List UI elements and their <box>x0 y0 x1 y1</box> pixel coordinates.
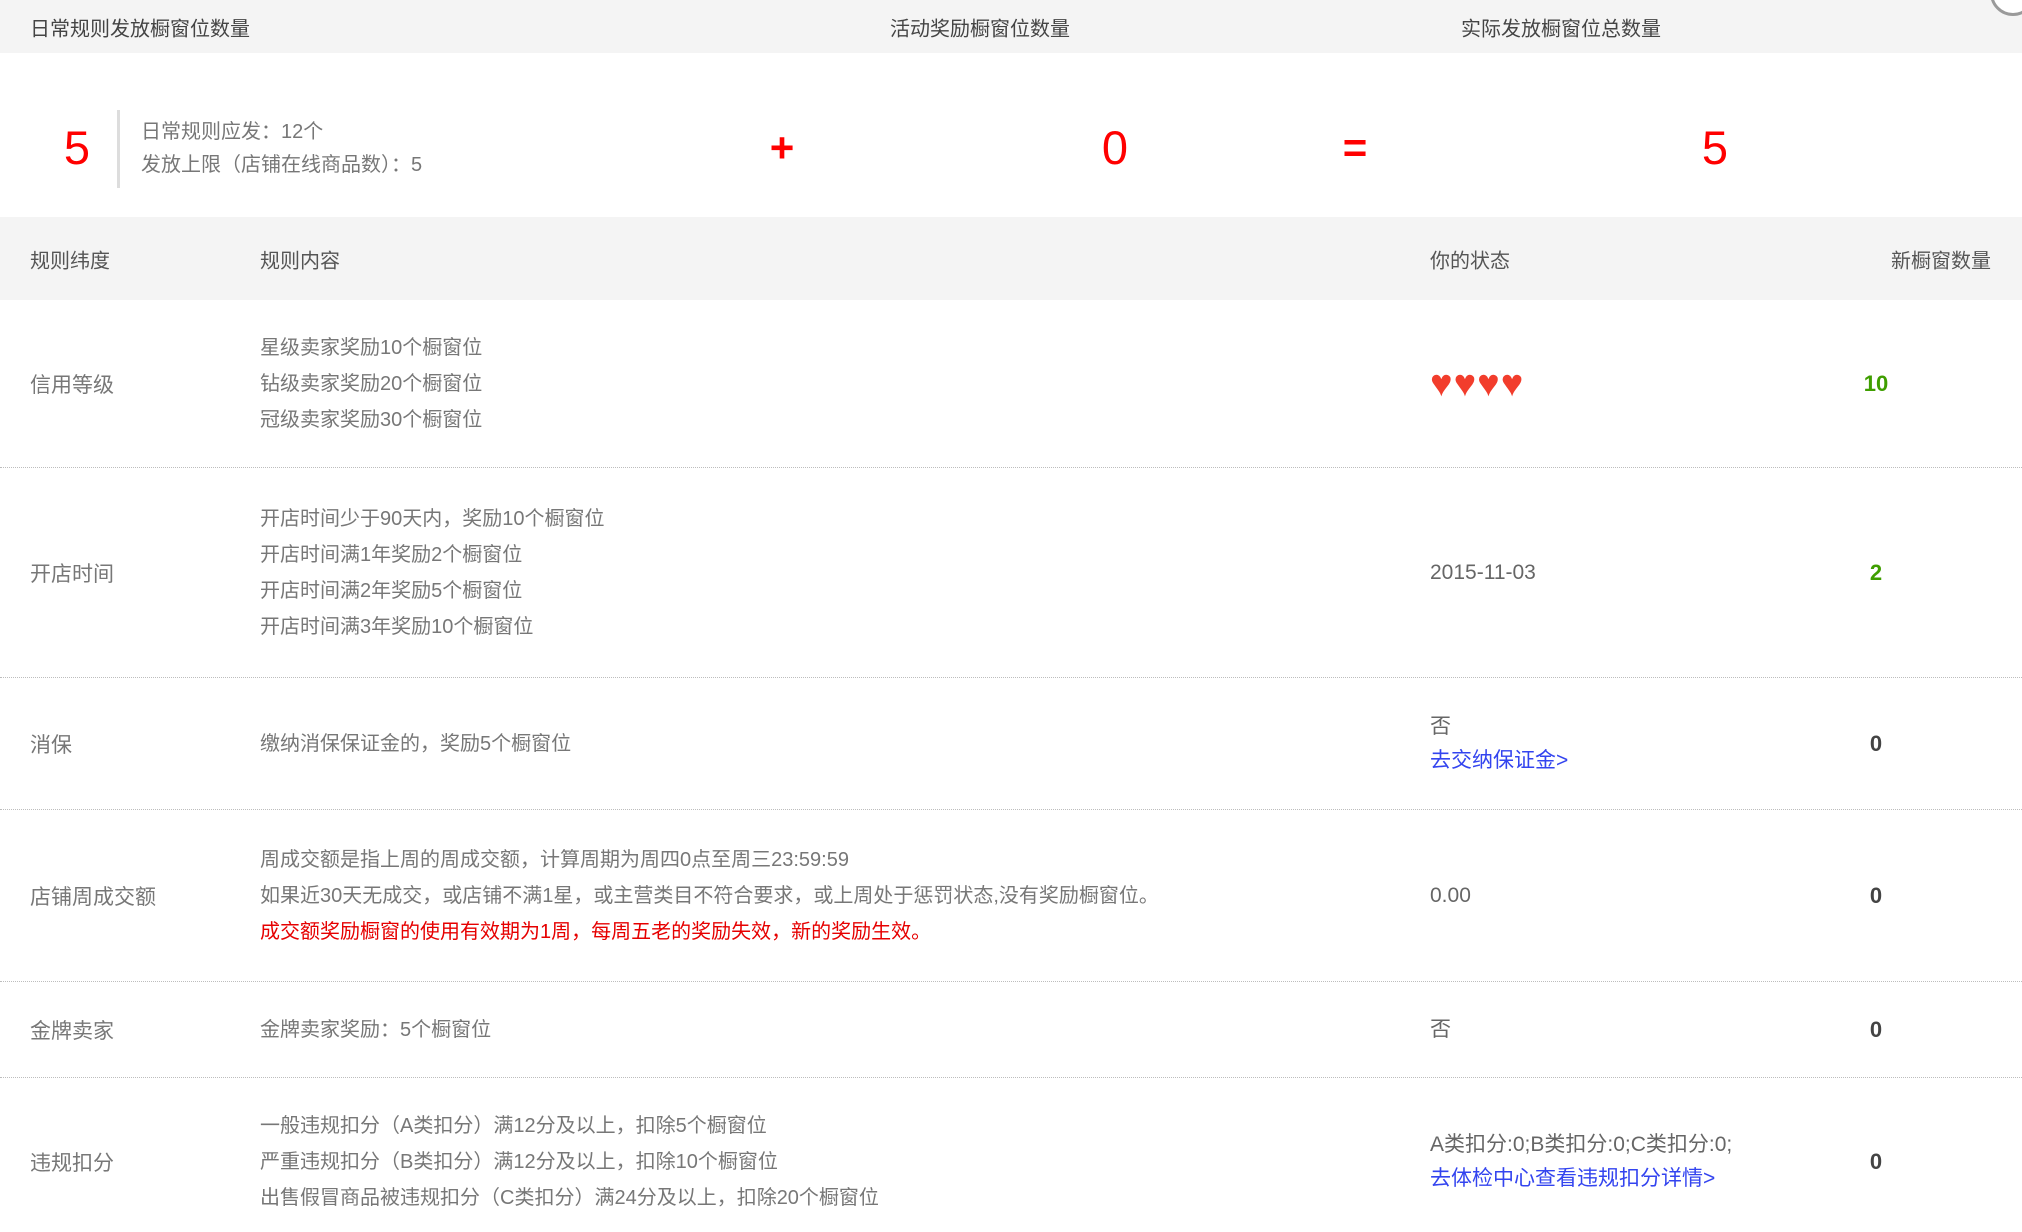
slot-summary-strip: 5 日常规则应发：12个 发放上限（店铺在线商品数）：5 + 0 = 5 <box>0 53 2022 217</box>
your-status-cell: 2015-11-03 <box>1430 556 1750 590</box>
activity-reward-panel-title: 活动奖励橱窗位数量 <box>890 12 1070 41</box>
new-slot-count-value: 0 <box>1760 731 1992 757</box>
activity-slot-count: 0 <box>1080 123 1150 173</box>
rule-content-cell: 一般违规扣分（A类扣分）满12分及以上，扣除5个橱窗位严重违规扣分（B类扣分）满… <box>260 1108 1420 1216</box>
daily-slot-details: 日常规则应发：12个 发放上限（店铺在线商品数）：5 <box>141 116 422 182</box>
status-text: 0.00 <box>1430 879 1750 913</box>
your-status-cell: 否去交纳保证金> <box>1430 710 1750 778</box>
daily-rule-due-text: 日常规则应发：12个 <box>141 116 422 149</box>
new-slot-count-value: 10 <box>1760 371 1992 397</box>
new-slot-count-value: 0 <box>1760 1017 1992 1043</box>
table-row: 信用等级星级卖家奖励10个橱窗位钻级卖家奖励20个橱窗位冠级卖家奖励30个橱窗位… <box>0 300 2022 468</box>
rule-content-cell: 开店时间少于90天内，奖励10个橱窗位开店时间满1年奖励2个橱窗位开店时间满2年… <box>260 501 1420 645</box>
rule-dimension-label: 信用等级 <box>30 369 240 399</box>
actual-total-panel-title: 实际发放橱窗位总数量 <box>1461 12 1661 41</box>
rule-content-cell: 周成交额是指上周的周成交额，计算周期为周四0点至周三23:59:59如果近30天… <box>260 842 1420 950</box>
status-text: 否 <box>1430 710 1750 744</box>
new-slot-count-value: 0 <box>1760 1149 1992 1175</box>
table-row: 开店时间开店时间少于90天内，奖励10个橱窗位开店时间满1年奖励2个橱窗位开店时… <box>0 468 2022 678</box>
status-text: A类扣分:0;B类扣分:0;C类扣分:0; <box>1430 1128 1750 1162</box>
plus-sign: + <box>747 123 817 173</box>
rule-dimension-label: 消保 <box>30 729 240 759</box>
rule-dimension-label: 开店时间 <box>30 558 240 588</box>
daily-slot-count: 5 <box>42 123 112 173</box>
rule-content-line: 钻级卖家奖励20个橱窗位 <box>260 366 1420 402</box>
table-row: 违规扣分一般违规扣分（A类扣分）满12分及以上，扣除5个橱窗位严重违规扣分（B类… <box>0 1078 2022 1232</box>
summary-header-band: 日常规则发放橱窗位数量 活动奖励橱窗位数量 实际发放橱窗位总数量 <box>0 0 2022 53</box>
rule-content-cell: 缴纳消保保证金的，奖励5个橱窗位 <box>260 726 1420 762</box>
rule-content-line: 周成交额是指上周的周成交额，计算周期为周四0点至周三23:59:59 <box>260 842 1420 878</box>
your-status-cell: 否 <box>1430 1013 1750 1047</box>
rule-content-line: 金牌卖家奖励：5个橱窗位 <box>260 1012 1420 1048</box>
rule-dimension-label: 违规扣分 <box>30 1147 240 1177</box>
issue-limit-text: 发放上限（店铺在线商品数）：5 <box>141 149 422 182</box>
rule-content-line: 开店时间满1年奖励2个橱窗位 <box>260 537 1420 573</box>
column-header-dimension: 规则纬度 <box>30 244 110 273</box>
table-row: 消保缴纳消保保证金的，奖励5个橱窗位否去交纳保证金> 0 <box>0 678 2022 810</box>
rule-dimension-label: 金牌卖家 <box>30 1015 240 1045</box>
rule-content-line: 缴纳消保保证金的，奖励5个橱窗位 <box>260 726 1420 762</box>
help-icon[interactable] <box>1990 0 2022 16</box>
column-header-content: 规则内容 <box>260 244 340 273</box>
rule-content-line: 开店时间满2年奖励5个橱窗位 <box>260 573 1420 609</box>
rule-dimension-label: 店铺周成交额 <box>30 881 240 911</box>
equals-sign: = <box>1320 123 1390 173</box>
rule-content-line: 严重违规扣分（B类扣分）满12分及以上，扣除10个橱窗位 <box>260 1144 1420 1180</box>
status-action-link[interactable]: 去体检中心查看违规扣分详情> <box>1430 1162 1750 1196</box>
rules-table-header: 规则纬度 规则内容 你的状态 新橱窗数量 <box>0 217 2022 300</box>
rule-content-cell: 金牌卖家奖励：5个橱窗位 <box>260 1012 1420 1048</box>
rules-table-body: 信用等级星级卖家奖励10个橱窗位钻级卖家奖励20个橱窗位冠级卖家奖励30个橱窗位… <box>0 300 2022 1232</box>
vertical-divider <box>117 110 120 188</box>
rule-content-line: 冠级卖家奖励30个橱窗位 <box>260 402 1420 438</box>
rule-content-line: 如果近30天无成交，或店铺不满1星，或主营类目不符合要求，或上周处于惩罚状态,没… <box>260 878 1420 914</box>
rule-content-cell: 星级卖家奖励10个橱窗位钻级卖家奖励20个橱窗位冠级卖家奖励30个橱窗位 <box>260 330 1420 438</box>
rule-content-line: 开店时间少于90天内，奖励10个橱窗位 <box>260 501 1420 537</box>
your-status-cell: 0.00 <box>1430 879 1750 913</box>
new-slot-count-value: 2 <box>1760 560 1992 586</box>
status-text: 否 <box>1430 1013 1750 1047</box>
rule-content-warning-line: 成交额奖励橱窗的使用有效期为1周，每周五老的奖励失效，新的奖励生效。 <box>260 914 1420 950</box>
table-row: 店铺周成交额周成交额是指上周的周成交额，计算周期为周四0点至周三23:59:59… <box>0 810 2022 982</box>
your-status-cell: A类扣分:0;B类扣分:0;C类扣分:0;去体检中心查看违规扣分详情> <box>1430 1128 1750 1196</box>
rule-content-line: 出售假冒商品被违规扣分（C类扣分）满24分及以上，扣除20个橱窗位 <box>260 1180 1420 1216</box>
rule-content-line: 星级卖家奖励10个橱窗位 <box>260 330 1420 366</box>
status-action-link[interactable]: 去交纳保证金> <box>1430 744 1750 778</box>
column-header-count: 新橱窗数量 <box>1891 244 1991 273</box>
new-slot-count-value: 0 <box>1760 883 1992 909</box>
daily-rules-panel-title: 日常规则发放橱窗位数量 <box>30 12 250 41</box>
your-status-cell: ♥♥♥♥ <box>1430 365 1750 403</box>
table-row: 金牌卖家金牌卖家奖励：5个橱窗位否0 <box>0 982 2022 1078</box>
showcase-slot-rules-page: 日常规则发放橱窗位数量 活动奖励橱窗位数量 实际发放橱窗位总数量 5 日常规则应… <box>0 0 2022 1232</box>
total-slot-count: 5 <box>1680 123 1750 173</box>
rule-content-line: 一般违规扣分（A类扣分）满12分及以上，扣除5个橱窗位 <box>260 1108 1420 1144</box>
column-header-status: 你的状态 <box>1430 244 1510 273</box>
credit-hearts-icon: ♥♥♥♥ <box>1430 365 1750 403</box>
status-text: 2015-11-03 <box>1430 556 1750 590</box>
rule-content-line: 开店时间满3年奖励10个橱窗位 <box>260 609 1420 645</box>
